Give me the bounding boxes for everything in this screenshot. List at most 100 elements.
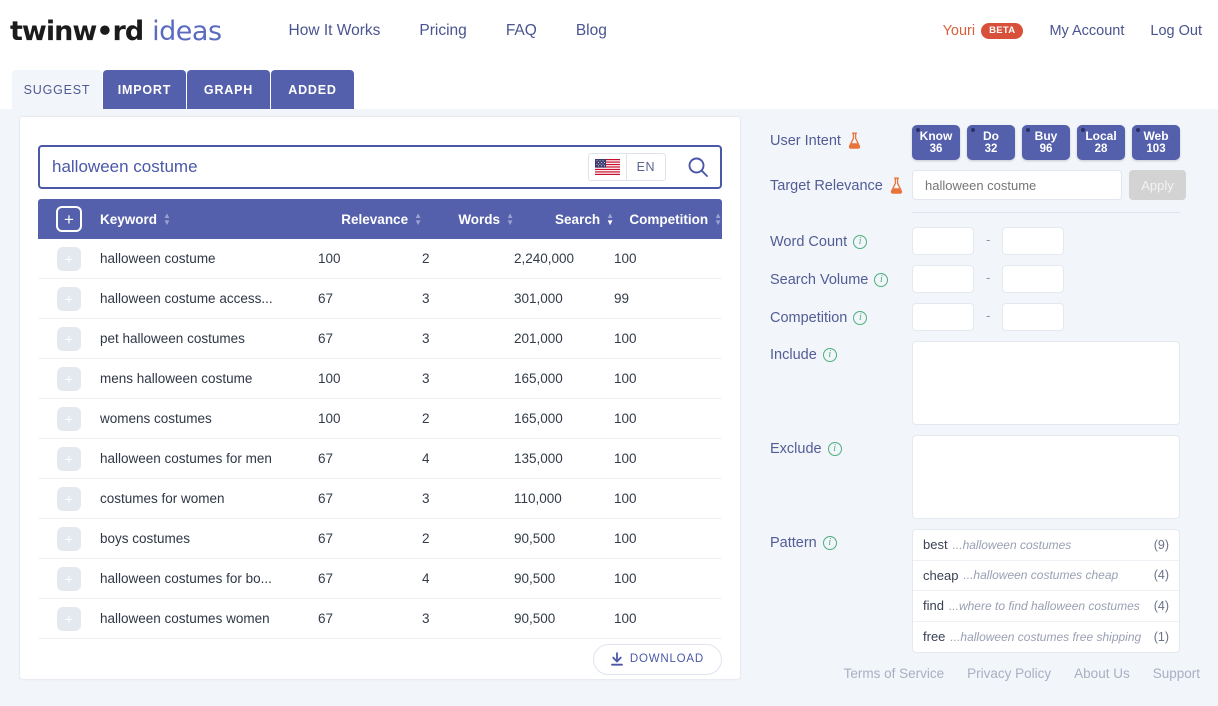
user-intent-badge[interactable]: Local 28 [1077,125,1125,160]
pattern-row[interactable]: find ...where to find halloween costumes (… [913,591,1179,622]
cell-words: 3 [422,491,430,506]
tab-suggest[interactable]: SUGGEST [12,70,102,109]
column-label-relevance: Relevance [341,211,409,227]
info-icon[interactable]: i [822,348,837,362]
tab-added[interactable]: ADDED [271,70,354,109]
table-row[interactable]: + pet halloween costumes 67 3 201,000 100 [38,319,722,359]
logo[interactable]: twinw•rd ideas [10,16,222,47]
add-keyword-button[interactable]: + [57,486,81,511]
add-all-button[interactable]: + [56,206,82,232]
filter-user-intent: User Intent Know 36 Do 32 Buy 96 Local 28 Web 103 [770,125,1200,160]
add-keyword-button[interactable]: + [57,526,81,551]
row-add-cell: + [38,406,100,431]
filter-exclude: Exclude i [770,435,1200,519]
nav-pricing[interactable]: Pricing [419,22,466,40]
label-word-count: Word Count i [770,227,912,250]
badge-value: 32 [984,142,998,155]
sort-icon-keyword[interactable]: ▲ ▼ [163,212,171,227]
user-intent-badge[interactable]: Buy 96 [1022,125,1070,160]
info-icon[interactable]: i [827,442,842,456]
table-row[interactable]: + halloween costume 100 2 2,240,000 100 [38,239,722,279]
logo-twinword: twinw•rd [10,15,144,47]
pattern-phrase: ...halloween costumes [952,537,1072,552]
competition-min-input[interactable] [912,303,974,331]
exclude-textarea[interactable] [912,435,1180,519]
tab-import[interactable]: IMPORT [103,70,186,109]
cell-keyword: halloween costumes women [100,611,270,626]
table-row[interactable]: + halloween costumes for bo... 67 4 90,500 10… [38,559,722,599]
column-header-competition[interactable]: Competition ▲ ▼ [614,212,722,227]
info-icon[interactable]: i [853,311,868,325]
sort-icon-search[interactable]: ▲ ▼ [606,212,614,227]
nav-faq[interactable]: FAQ [506,22,537,40]
column-header-search[interactable]: Search ▲ ▼ [514,212,614,227]
target-relevance-input[interactable] [912,170,1122,200]
add-keyword-button[interactable]: + [57,606,81,631]
cell-search: 201,000 [514,331,563,346]
cell-relevance: 67 [318,611,334,626]
info-icon[interactable]: i [822,536,837,550]
badge-name: Local [1085,128,1117,143]
pattern-row[interactable]: free ...halloween costumes free shipping (… [913,622,1179,653]
competition-max-input[interactable] [1002,303,1065,331]
table-row[interactable]: + halloween costumes women 67 3 90,500 100 [38,599,722,639]
add-keyword-button[interactable]: + [57,286,81,311]
word-count-max-input[interactable] [1002,227,1065,255]
search-volume-max-input[interactable] [1002,265,1065,293]
nav-my-account[interactable]: My Account [1049,23,1124,39]
table-row[interactable]: + halloween costume access... 67 3 301,000 99 [38,279,722,319]
flask-icon [890,177,903,194]
range-dash: - [986,270,991,285]
user-intent-badge[interactable]: Do 32 [967,125,1015,160]
column-header-words[interactable]: Words ▲ ▼ [422,212,514,227]
nav-how-it-works[interactable]: How It Works [289,22,381,40]
cell-competition: 100 [614,251,637,266]
column-label-competition: Competition [629,211,709,227]
user-name-with-beta[interactable]: Youri BETA [943,22,1024,40]
sort-icon-competition[interactable]: ▲ ▼ [714,212,722,227]
sort-icon-relevance[interactable]: ▲ ▼ [414,212,422,227]
pattern-row[interactable]: cheap ...halloween costumes cheap (4) [913,561,1179,591]
tab-graph[interactable]: GRAPH [187,70,270,109]
include-textarea[interactable] [912,341,1180,425]
column-header-relevance[interactable]: Relevance ▲ ▼ [318,212,422,227]
add-keyword-button[interactable]: + [57,246,81,271]
word-count-min-input[interactable] [912,227,974,255]
table-row[interactable]: + costumes for women 67 3 110,000 100 [38,479,722,519]
add-keyword-button[interactable]: + [57,566,81,591]
tab-bar: SUGGEST IMPORT GRAPH ADDED [0,70,1218,109]
add-keyword-button[interactable]: + [57,326,81,351]
footer-about-us[interactable]: About Us [1074,666,1130,681]
footer-privacy-policy[interactable]: Privacy Policy [967,666,1051,681]
table-row[interactable]: + boys costumes 67 2 90,500 100 [38,519,722,559]
pattern-row[interactable]: best ...halloween costumes (9) [913,530,1179,561]
filter-include: Include i [770,341,1200,425]
search-volume-min-input[interactable] [912,265,974,293]
label-search-volume: Search Volume i [770,265,912,288]
table-row[interactable]: + womens costumes 100 2 165,000 100 [38,399,722,439]
pattern-count: (4) [1153,568,1169,583]
sort-icon-words[interactable]: ▲ ▼ [506,212,514,227]
table-row[interactable]: + halloween costumes for men 67 4 135,000 100 [38,439,722,479]
info-icon[interactable]: i [874,273,889,287]
user-intent-badge[interactable]: Web 103 [1132,125,1180,160]
download-button[interactable]: DOWNLOAD [592,643,722,675]
search-input[interactable] [40,157,588,177]
row-add-cell: + [38,246,100,271]
add-keyword-button[interactable]: + [57,406,81,431]
nav-blog[interactable]: Blog [576,22,607,40]
column-header-keyword[interactable]: Keyword ▲ ▼ [100,212,318,227]
footer-terms-of-service[interactable]: Terms of Service [844,666,945,681]
user-intent-badge[interactable]: Know 36 [912,125,960,160]
search-button[interactable] [676,146,720,188]
range-dash: - [986,308,991,323]
apply-button[interactable]: Apply [1129,170,1186,200]
info-icon[interactable]: i [853,235,868,249]
footer-support[interactable]: Support [1153,666,1200,681]
table-row[interactable]: + mens halloween costume 100 3 165,000 100 [38,359,722,399]
add-keyword-button[interactable]: + [57,446,81,471]
add-keyword-button[interactable]: + [57,366,81,391]
nav-log-out[interactable]: Log Out [1150,23,1202,39]
cell-words: 2 [422,411,430,426]
language-selector[interactable]: EN [587,153,666,181]
